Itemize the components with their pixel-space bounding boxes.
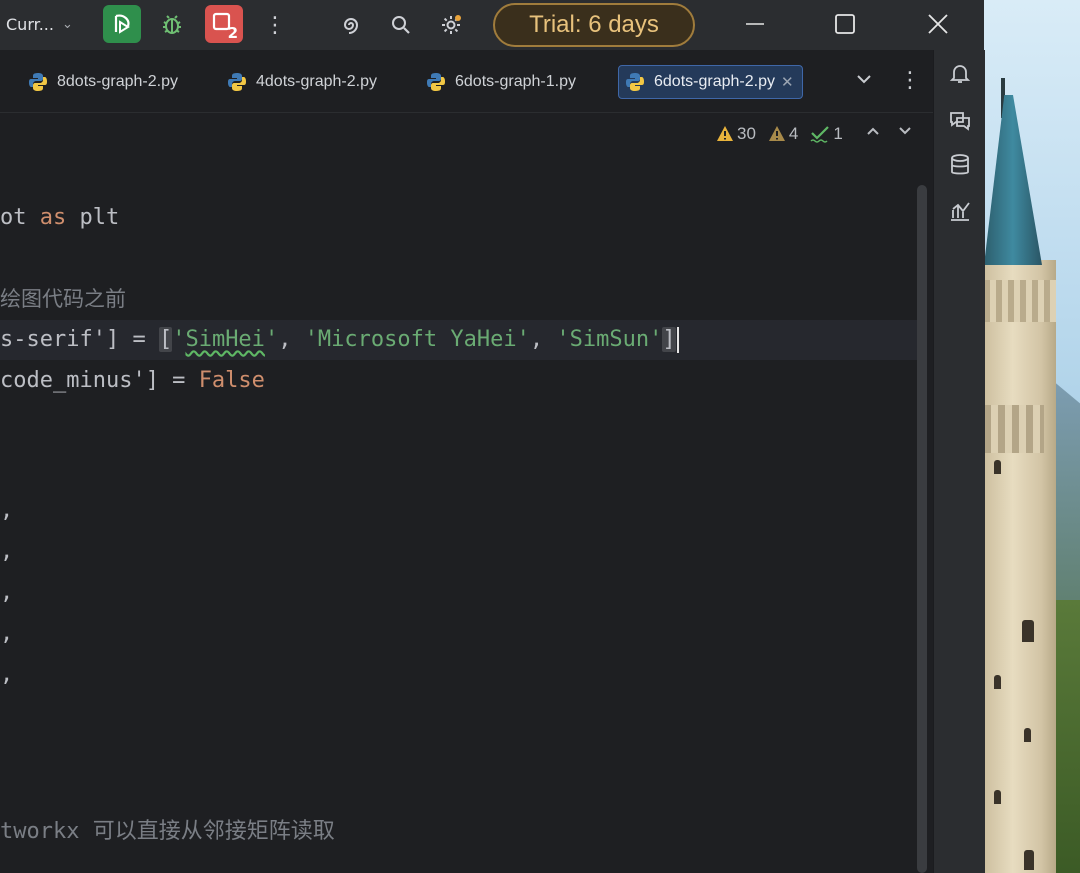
project-dropdown[interactable]: Curr... ⌄ [6,10,73,38]
castle-window [994,460,1001,474]
more-actions-button[interactable]: ⋮ [260,8,290,42]
title-bar: Curr... ⌄ 2 ⋮ Trial: 6 days [0,0,984,50]
code-token: s-serif'] = [0,327,159,352]
tab-4dots-graph-2[interactable]: 4dots-graph-2.py [227,65,377,99]
settings-button[interactable] [434,8,468,42]
database-icon [951,154,969,175]
tab-label: 4dots-graph-2.py [256,73,377,90]
tab-6dots-graph-2[interactable]: 6dots-graph-2.py ✕ [618,65,803,99]
maximize-button[interactable] [800,0,890,48]
stop-button[interactable]: 2 [205,5,243,43]
rerun-icon [114,14,130,34]
string-token: 'SimSun' [556,327,663,352]
vertical-dots-icon: ⋮ [899,68,921,93]
code-line-current: s-serif'] = ['SimHei', 'Microsoft YaHei'… [0,320,679,360]
castle-tower [984,260,1056,873]
text-caret [676,327,679,353]
code-line: , [0,621,14,646]
search-button[interactable] [384,8,418,42]
keyword-token: False [198,368,265,393]
code-line: , [0,498,14,523]
maximize-icon [835,14,855,34]
desktop-wallpaper [984,0,1080,873]
spiral-icon [343,18,359,34]
castle-window [1022,620,1034,642]
sciview-button[interactable] [947,198,973,224]
python-file-icon [427,73,445,91]
string-token: 'SimHei' [172,327,279,352]
minimize-button[interactable] [710,0,800,48]
python-file-icon [228,73,246,91]
bracket-token: [ [158,327,173,352]
minimize-icon [746,23,764,25]
code-line: , [0,580,14,605]
rerun-button[interactable] [103,5,141,43]
ai-chat-icon [950,112,970,131]
close-button[interactable] [893,0,983,48]
castle-parapet [984,280,1056,322]
tab-options-button[interactable]: ⋮ [899,68,921,93]
code-token: plt [66,205,120,230]
code-comment-line: 绘图代码之前 [0,287,126,311]
ide-window: Curr... ⌄ 2 ⋮ Trial: 6 days 8dots-graph-… [0,0,985,873]
vertical-dots-icon: ⋮ [264,12,286,38]
project-name: Curr... [6,14,54,34]
code-line: ot as plt [0,198,119,238]
chart-icon [951,202,970,221]
castle-window [1024,728,1031,742]
right-tool-strip [933,50,985,873]
trial-badge[interactable]: Trial: 6 days [493,3,695,47]
code-line: code_minus'] = False [0,361,265,401]
bell-icon [949,65,971,83]
castle-window [994,790,1001,804]
code-content[interactable]: ot as plt 绘图代码之前 s-serif'] = ['SimHei', … [0,113,920,844]
castle-window [994,675,1001,689]
chevron-down-icon: ⌄ [61,16,73,32]
notifications-button[interactable] [947,60,973,86]
tab-8dots-graph-2[interactable]: 8dots-graph-2.py [28,65,178,99]
code-token: ot [0,205,40,230]
castle-parapet-lower [984,405,1044,453]
python-file-icon [626,73,644,91]
gear-icon [442,15,461,34]
close-tab-icon[interactable]: ✕ [781,73,794,91]
code-line: , [0,539,14,564]
tab-label: 6dots-graph-1.py [455,73,576,90]
keyword-token: as [39,205,67,230]
bug-icon [163,15,181,34]
close-icon [928,14,948,34]
code-comment-line: tworkx 可以直接从邻接矩阵读取 [0,819,335,844]
editor-tab-bar: 8dots-graph-2.py 4dots-graph-2.py 6dots-… [0,50,933,113]
bracket-token: ] [662,327,676,352]
castle-roof [984,95,1042,265]
debug-button[interactable] [155,8,189,42]
tab-label: 8dots-graph-2.py [57,73,178,90]
code-token: , [529,327,557,352]
vertical-scrollbar[interactable] [917,185,927,873]
tab-list-button[interactable] [855,70,873,93]
stop-count-badge: 2 [227,24,238,42]
tab-6dots-graph-1[interactable]: 6dots-graph-1.py [426,65,576,99]
chevron-down-icon [857,75,871,84]
python-file-icon [29,73,47,91]
tab-label: 6dots-graph-2.py [654,73,775,90]
code-editor[interactable]: 30 4 1 ot as plt 绘图代码之前 s-serif'] = ['Si… [0,113,933,873]
code-token: code_minus'] = [0,368,199,393]
database-button[interactable] [947,152,973,178]
code-line: , [0,662,14,687]
typo-string: SimHei [185,327,265,352]
string-token: 'Microsoft YaHei' [304,327,530,352]
ai-assistant-button[interactable] [334,8,368,42]
code-token: , [278,327,305,352]
search-icon [392,16,410,34]
ai-chat-button[interactable] [947,107,973,133]
castle-window [1024,850,1034,870]
